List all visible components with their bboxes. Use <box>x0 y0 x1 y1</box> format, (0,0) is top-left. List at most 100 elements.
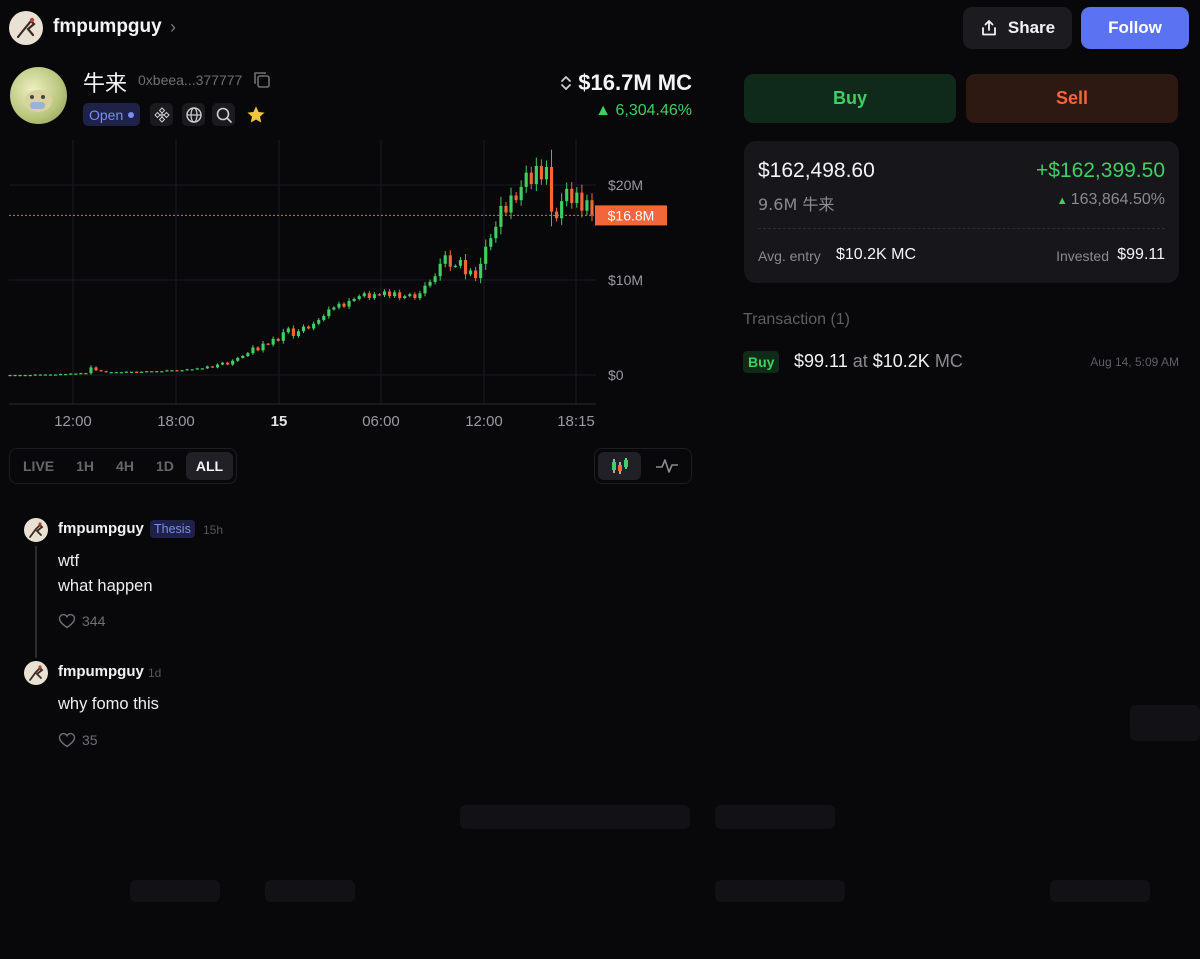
candle <box>413 294 417 299</box>
candle <box>529 172 533 185</box>
candle <box>347 300 351 307</box>
candle <box>114 372 118 374</box>
candle <box>458 260 462 266</box>
avg-entry-label: Avg. entry <box>758 248 821 264</box>
line-chart-icon[interactable] <box>645 452 688 480</box>
y-tick-label: $10M <box>608 272 643 288</box>
star-icon[interactable] <box>244 103 267 126</box>
candle <box>428 281 432 286</box>
comment-line: why fomo this <box>58 695 159 713</box>
timeframe-live[interactable]: LIVE <box>13 452 64 480</box>
candle <box>84 373 88 375</box>
comment: fmpumpguy 1d why fomo this 35 <box>24 661 684 761</box>
candle <box>448 255 452 267</box>
bnb-icon[interactable] <box>150 103 173 126</box>
candle <box>398 292 402 299</box>
candle <box>382 291 387 296</box>
comment-line: what happen <box>58 577 153 595</box>
position-value: $162,498.60 <box>758 159 875 182</box>
comment-time: 1d <box>148 666 162 680</box>
candle <box>499 205 503 227</box>
tx-time: Aug 14, 5:09 AM <box>1090 355 1179 369</box>
candle <box>119 372 123 374</box>
candle <box>474 270 478 279</box>
candle <box>13 375 17 377</box>
position-card: $162,498.60 9.6M 牛来 +$162,399.50 ▲ 163,8… <box>744 141 1179 283</box>
transaction-row[interactable]: Buy $99.11 at $10.2K MC Aug 14, 5:09 AM <box>743 350 1179 376</box>
timeframe-all[interactable]: ALL <box>185 452 234 480</box>
sell-button[interactable]: Sell <box>966 74 1178 123</box>
candle <box>570 188 574 204</box>
candle <box>155 371 159 373</box>
timeframe-4h[interactable]: 4H <box>106 452 144 480</box>
candle <box>484 246 488 264</box>
background-blur <box>130 880 220 902</box>
comment-username[interactable]: fmpumpguy <box>58 520 144 537</box>
candle <box>79 373 83 375</box>
token-name: 牛来 <box>83 72 128 97</box>
user-avatar[interactable] <box>9 11 43 45</box>
candle <box>519 186 523 201</box>
candle <box>281 332 285 341</box>
avg-entry-value: $10.2K MC <box>836 246 917 263</box>
like-count: 344 <box>82 613 106 629</box>
candle <box>226 362 230 365</box>
candle <box>195 368 199 370</box>
like-button[interactable]: 35 <box>58 732 98 748</box>
candle <box>580 192 584 211</box>
x-tick-label: 12:00 <box>465 413 503 430</box>
candle <box>145 371 149 373</box>
position-pnl-percent: ▲ 163,864.50% <box>1056 191 1165 208</box>
commenter-avatar[interactable] <box>24 518 48 542</box>
candle <box>170 370 174 372</box>
candle <box>357 296 361 299</box>
background-blur <box>265 880 355 902</box>
candle <box>367 293 371 299</box>
like-button[interactable]: 344 <box>58 613 105 629</box>
comment-text: wtf what happen <box>58 549 153 599</box>
candle <box>286 328 290 333</box>
follow-button[interactable]: Follow <box>1081 7 1189 49</box>
heart-icon <box>58 732 76 748</box>
background-blur <box>715 880 845 902</box>
candle <box>140 371 144 373</box>
price-chart[interactable]: $16.8M $20M $10M $0 12:00 18:00 15 06:00 12:00 18… <box>0 140 700 435</box>
timeframe-1h[interactable]: 1H <box>66 452 104 480</box>
candlestick-icon[interactable] <box>598 452 641 480</box>
current-price-label: $16.8M <box>608 207 655 223</box>
x-tick-label: 12:00 <box>54 413 92 430</box>
candle <box>33 374 37 376</box>
market-cap-change: ▲ 6,304.46% <box>595 102 692 119</box>
copy-icon[interactable] <box>252 70 272 90</box>
candle <box>332 307 336 310</box>
candle <box>266 343 270 345</box>
candle <box>48 374 53 376</box>
candle <box>393 292 397 297</box>
candle <box>236 357 240 361</box>
y-tick-label: $20M <box>608 177 643 193</box>
search-icon[interactable] <box>212 103 235 126</box>
candle <box>494 226 498 239</box>
comment-username[interactable]: fmpumpguy <box>58 663 144 680</box>
commenter-avatar[interactable] <box>24 661 48 685</box>
candle <box>251 347 255 354</box>
candle <box>185 369 189 371</box>
candle <box>8 375 12 377</box>
candle <box>246 353 250 356</box>
buy-button[interactable]: Buy <box>744 74 956 123</box>
candle <box>423 285 427 294</box>
candle <box>291 328 295 337</box>
transactions-title: Transaction (1) <box>743 311 850 328</box>
tx-side-badge: Buy <box>743 351 780 373</box>
candle <box>261 343 265 351</box>
candle <box>453 265 457 267</box>
candle <box>372 294 376 299</box>
sort-icon[interactable] <box>560 74 572 92</box>
token-address[interactable]: 0xbeea...377777 <box>138 72 242 88</box>
chart-type-selector <box>594 448 692 484</box>
share-button[interactable]: Share <box>963 7 1072 49</box>
chevron-right-icon[interactable]: › <box>170 17 176 38</box>
profile-username[interactable]: fmpumpguy <box>53 16 162 38</box>
timeframe-1d[interactable]: 1D <box>146 452 184 480</box>
globe-icon[interactable] <box>182 103 205 126</box>
